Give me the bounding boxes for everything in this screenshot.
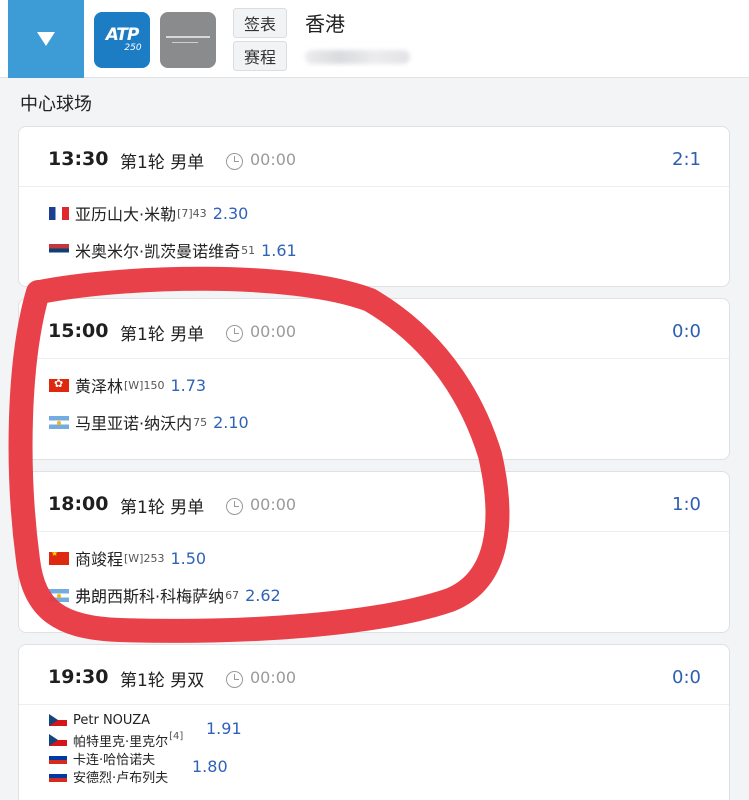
player-name: 亚历山大·米勒 xyxy=(75,205,177,224)
match-clock: 00:00 xyxy=(250,495,297,514)
player-name: 马里亚诺·纳沃内 xyxy=(75,414,193,433)
team-odds[interactable]: 1.91 xyxy=(206,719,242,738)
player-name: 黄泽林 xyxy=(75,377,124,396)
match-header: 18:00 第1轮 男单 00:00 1:0 xyxy=(19,472,729,532)
player-name: 商竣程 xyxy=(75,550,124,569)
player-row[interactable]: 弗朗西斯科·科梅萨纳 67 2.62 xyxy=(49,584,281,606)
tournament-city: 香港 xyxy=(305,12,345,36)
blurred-text xyxy=(305,50,410,64)
match-round: 第1轮 男单 xyxy=(120,498,205,518)
match-round: 第1轮 男双 xyxy=(120,671,205,691)
china-flag-icon xyxy=(49,551,69,565)
serbia-flag-icon xyxy=(49,243,69,257)
team-odds[interactable]: 1.80 xyxy=(192,757,228,776)
player-odds[interactable]: 2.62 xyxy=(245,586,281,605)
player-rank: 51 xyxy=(241,243,256,257)
player-rank: [W]150 xyxy=(124,378,165,392)
match-header: 13:30 第1轮 男单 00:00 2:1 xyxy=(19,127,729,187)
atp-logo-text: ATP xyxy=(105,25,140,45)
player-name: Petr NOUZA xyxy=(73,712,150,728)
player-odds[interactable]: 2.30 xyxy=(213,204,249,223)
player-row[interactable]: Petr NOUZA xyxy=(49,711,150,729)
match-time: 19:30 xyxy=(48,666,109,688)
player-row[interactable]: 商竣程 [W]253 1.50 xyxy=(49,547,206,569)
match-score: 0:0 xyxy=(672,321,701,342)
player-row[interactable]: 黄泽林 [W]150 1.73 xyxy=(49,374,206,396)
hong-kong-flag-icon xyxy=(49,378,69,392)
clock-icon xyxy=(226,671,243,688)
player-row[interactable]: 安德烈·卢布列夫 xyxy=(49,767,169,786)
menu-toggle-button[interactable] xyxy=(8,0,84,78)
match-round: 第1轮 男单 xyxy=(120,153,205,173)
france-flag-icon xyxy=(49,206,69,220)
czech-flag-icon xyxy=(49,714,67,726)
draw-button[interactable]: 签表 xyxy=(233,8,287,38)
court-title: 中心球场 xyxy=(20,94,92,115)
match-card[interactable]: 18:00 第1轮 男单 00:00 1:0 商竣程 [W]253 1.50 弗… xyxy=(18,471,730,633)
player-odds[interactable]: 1.73 xyxy=(170,376,206,395)
event-logo xyxy=(160,12,216,68)
player-odds[interactable]: 1.61 xyxy=(261,241,297,260)
player-row[interactable]: 帕特里克·里克尔 [4] xyxy=(49,730,184,750)
player-name: 弗朗西斯科·科梅萨纳 xyxy=(75,587,225,606)
clock-icon xyxy=(226,498,243,515)
player-row[interactable]: 马里亚诺·纳沃内 75 2.10 xyxy=(49,411,249,433)
header-bar: ATP 250 签表 赛程 香港 xyxy=(0,0,749,78)
atp-logo-sub: 250 xyxy=(124,43,142,53)
atp-250-logo: ATP 250 xyxy=(94,12,150,68)
player-odds[interactable]: 2.10 xyxy=(213,413,249,432)
match-header: 19:30 第1轮 男双 00:00 0:0 xyxy=(19,645,729,705)
match-card[interactable]: 19:30 第1轮 男双 00:00 0:0 Petr NOUZA 帕特里克·里… xyxy=(18,644,730,800)
player-rank: 67 xyxy=(225,588,240,602)
match-card[interactable]: 15:00 第1轮 男单 00:00 0:0 黄泽林 [W]150 1.73 马… xyxy=(18,298,730,460)
triangle-down-icon xyxy=(37,32,55,46)
player-rank: 75 xyxy=(193,415,208,429)
player-row[interactable]: 米奥米尔·凯茨曼诺维奇 51 1.61 xyxy=(49,239,297,261)
match-clock: 00:00 xyxy=(250,668,297,687)
schedule-button[interactable]: 赛程 xyxy=(233,41,287,71)
clock-icon xyxy=(226,153,243,170)
match-card[interactable]: 13:30 第1轮 男单 00:00 2:1 亚历山大·米勒 [7]43 2.3… xyxy=(18,126,730,287)
russia-flag-icon xyxy=(49,752,67,764)
match-clock: 00:00 xyxy=(250,150,297,169)
russia-flag-icon xyxy=(49,770,67,782)
match-time: 13:30 xyxy=(48,148,109,170)
player-name: 卡连·哈恰诺夫 xyxy=(73,752,156,768)
player-row[interactable]: 亚历山大·米勒 [7]43 2.30 xyxy=(49,202,248,224)
player-name: 安德烈·卢布列夫 xyxy=(73,770,169,786)
match-score: 2:1 xyxy=(672,149,701,170)
match-score: 0:0 xyxy=(672,667,701,688)
player-odds[interactable]: 1.50 xyxy=(170,549,206,568)
match-round: 第1轮 男单 xyxy=(120,325,205,345)
czech-flag-icon xyxy=(49,734,67,746)
argentina-flag-icon xyxy=(49,415,69,429)
match-score: 1:0 xyxy=(672,494,701,515)
match-time: 15:00 xyxy=(48,320,109,342)
match-clock: 00:00 xyxy=(250,322,297,341)
player-row[interactable]: 卡连·哈恰诺夫 xyxy=(49,749,156,768)
argentina-flag-icon xyxy=(49,588,69,602)
player-rank: [W]253 xyxy=(124,551,165,565)
player-rank: [7]43 xyxy=(177,206,207,220)
player-name: 米奥米尔·凯茨曼诺维奇 xyxy=(75,242,241,261)
player-rank: [4] xyxy=(169,730,184,742)
player-name: 帕特里克·里克尔 xyxy=(73,734,169,750)
match-time: 18:00 xyxy=(48,493,109,515)
match-header: 15:00 第1轮 男单 00:00 0:0 xyxy=(19,299,729,359)
clock-icon xyxy=(226,325,243,342)
